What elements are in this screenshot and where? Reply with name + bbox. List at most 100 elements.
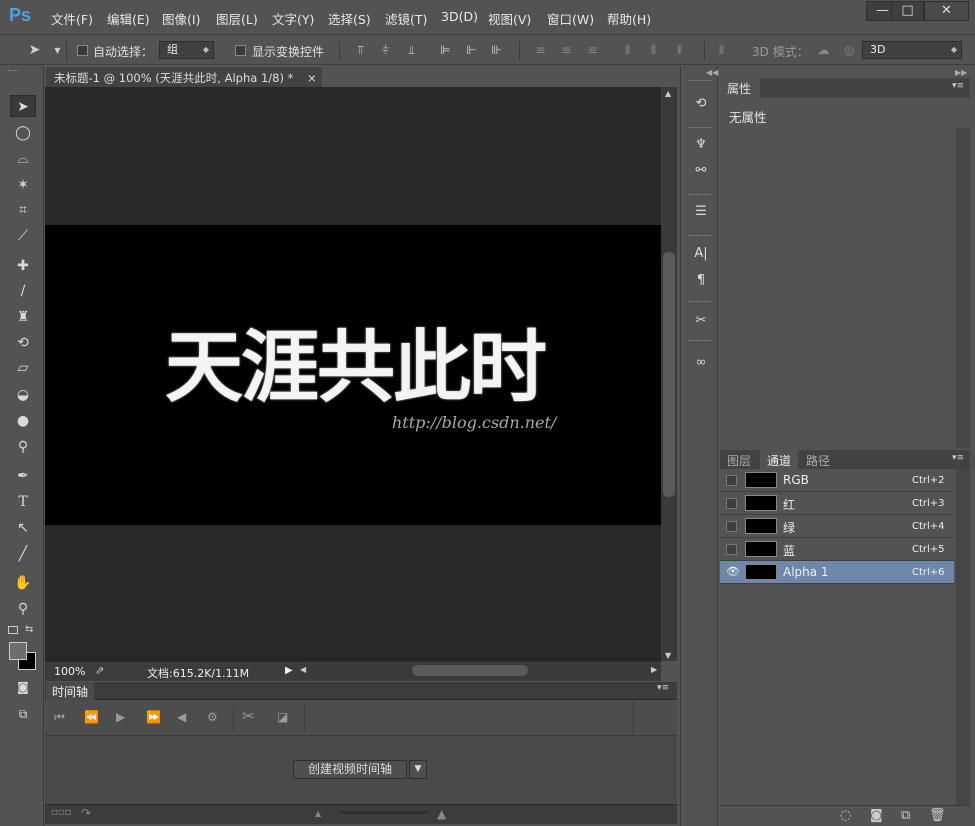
timeline-type-dropdown-icon[interactable]: ▼ (409, 760, 427, 779)
align-right-icon[interactable]: ⊪ (489, 43, 504, 58)
channel-list-scrollbar[interactable] (956, 469, 970, 805)
next-frame-icon[interactable]: ⏩ (146, 710, 161, 724)
rotate-3d-icon[interactable]: ☁ (816, 43, 831, 58)
dodge-tool-icon[interactable]: ⚲ (10, 436, 36, 458)
menu-edit[interactable]: 编辑(E) (107, 9, 150, 28)
properties-scrollbar[interactable] (956, 128, 970, 448)
path-selection-tool-icon[interactable]: ↖ (10, 517, 36, 539)
paragraph-panel-icon[interactable]: ¶ (690, 271, 712, 291)
menu-image[interactable]: 图像(I) (162, 9, 200, 28)
panel-menu-icon[interactable]: ▾≡ (657, 683, 669, 693)
collapse-icons-icon[interactable]: ◀◀ (706, 68, 718, 77)
tab-channels[interactable]: 通道 (760, 450, 799, 469)
menu-type[interactable]: 文字(Y) (272, 9, 314, 28)
zoom-level[interactable]: 100% (54, 665, 85, 678)
channel-row-alpha1[interactable]: 👁 Alpha 1 Ctrl+6 (720, 561, 954, 584)
eraser-tool-icon[interactable]: ▱ (10, 357, 36, 379)
frame-mode-icon[interactable]: ▫▫▫ (51, 807, 71, 818)
transition-icon[interactable]: ◪ (277, 710, 288, 724)
crop-tool-icon[interactable]: ⌗ (10, 199, 36, 221)
maximize-button[interactable]: □ (891, 1, 924, 21)
channel-row-red[interactable]: 红 Ctrl+3 (720, 492, 954, 515)
history-panel-icon[interactable]: ⟲ (690, 94, 712, 114)
horizontal-scroll-thumb[interactable] (412, 665, 528, 676)
first-frame-icon[interactable]: ⏮ (54, 710, 65, 725)
panel-grip[interactable] (689, 80, 711, 83)
paint-bucket-tool-icon[interactable]: ◒ (10, 384, 36, 406)
collapse-panels-icon[interactable]: ▶▶ (955, 68, 967, 77)
visibility-toggle[interactable] (726, 498, 737, 509)
distribute-vcenter-icon[interactable]: ≡ (559, 43, 574, 58)
scroll-right-icon[interactable]: ▶ (651, 665, 657, 674)
settings-gear-icon[interactable]: ⚙ (207, 710, 218, 724)
distribute-top-icon[interactable]: ≡ (533, 43, 548, 58)
hand-tool-icon[interactable]: ✋ (10, 572, 36, 594)
properties-tab[interactable]: 属性 (720, 78, 760, 98)
new-channel-icon[interactable]: ⧉ (901, 808, 910, 823)
align-hcenter-icon[interactable]: ⊩ (464, 43, 479, 58)
timeline-tab[interactable]: 时间轴 (46, 682, 95, 701)
close-button[interactable]: ✕ (924, 1, 969, 21)
menu-filter[interactable]: 滤镜(T) (385, 9, 427, 28)
history-brush-tool-icon[interactable]: ⟲ (10, 332, 36, 354)
align-bottom-icon[interactable]: ⫫ (404, 43, 419, 58)
roll-3d-icon[interactable]: ◎ (842, 43, 857, 58)
scroll-down-icon[interactable]: ▼ (665, 651, 671, 660)
split-scissors-icon[interactable]: ✂ (242, 707, 255, 725)
delete-channel-icon[interactable]: 🗑 (929, 808, 946, 823)
save-selection-icon[interactable]: ◙ (870, 808, 883, 823)
zoom-tool-icon[interactable]: ⚲ (10, 598, 36, 620)
audio-icon[interactable]: ◀ (177, 710, 186, 724)
visibility-toggle[interactable] (726, 475, 737, 486)
eyedropper-tool-icon[interactable]: ⟋ (10, 225, 36, 247)
type-tool-icon[interactable]: T (10, 491, 36, 513)
share-icon[interactable]: ⇗ (95, 664, 104, 677)
render-icon[interactable]: ↷ (81, 806, 91, 820)
move-tool-icon[interactable]: ➤ (27, 43, 42, 58)
move-tool-icon[interactable]: ➤ (10, 95, 36, 117)
visibility-toggle[interactable] (726, 521, 737, 532)
panel-grip[interactable] (689, 235, 711, 238)
menu-help[interactable]: 帮助(H) (607, 9, 651, 28)
tool-presets-icon[interactable]: ✂ (690, 311, 712, 331)
panel-menu-icon[interactable]: ▾≡ (952, 81, 964, 91)
close-tab-icon[interactable]: × (307, 71, 317, 85)
quick-mask-icon[interactable]: ◙ (10, 676, 36, 698)
line-tool-icon[interactable]: ╱ (10, 543, 36, 565)
panel-grip[interactable] (689, 301, 711, 304)
distribute-left-icon[interactable]: ⦀ (620, 43, 635, 58)
marquee-tool-icon[interactable]: ◯ (10, 122, 36, 144)
panel-grip[interactable] (689, 194, 711, 197)
menu-view[interactable]: 视图(V) (488, 9, 531, 28)
channel-row-green[interactable]: 绿 Ctrl+4 (720, 515, 954, 538)
brush-panel-icon[interactable]: ⚯ (690, 161, 712, 181)
mode3d-dropdown[interactable]: 3D ◆ (862, 41, 962, 59)
align-vcenter-icon[interactable]: ⫩ (378, 43, 393, 58)
distribute-right-icon[interactable]: ⦀ (672, 43, 687, 58)
creative-cloud-icon[interactable]: ∞ (690, 353, 712, 373)
screen-mode-icon[interactable]: ⧉ (10, 703, 36, 725)
tool-preset-arrow-icon[interactable]: ▼ (50, 43, 65, 58)
align-left-icon[interactable]: ⊫ (438, 43, 453, 58)
distribute-bottom-icon[interactable]: ≡ (585, 43, 600, 58)
clone-source-icon[interactable]: ☰ (690, 202, 712, 222)
pen-tool-icon[interactable]: ✒ (10, 465, 36, 487)
lasso-tool-icon[interactable]: ⌓ (10, 148, 36, 170)
menu-file[interactable]: 文件(F) (51, 9, 93, 28)
panel-menu-icon[interactable]: ▾≡ (952, 453, 964, 463)
menu-window[interactable]: 窗口(W) (547, 9, 594, 28)
brush-tool-icon[interactable]: ∕ (10, 280, 36, 302)
character-panel-icon[interactable]: A| (690, 244, 712, 264)
channel-row-rgb[interactable]: RGB Ctrl+2 (720, 469, 954, 492)
show-transform-checkbox[interactable] (235, 45, 246, 56)
menu-3d[interactable]: 3D(D) (441, 9, 478, 24)
panel-grip[interactable] (689, 127, 711, 130)
scroll-left-icon[interactable]: ◀ (300, 665, 306, 674)
eye-icon[interactable]: 👁 (726, 566, 740, 578)
tab-paths[interactable]: 路径 (799, 450, 837, 469)
play-icon[interactable]: ▶ (116, 710, 125, 724)
blur-tool-icon[interactable]: ● (10, 410, 36, 432)
healing-brush-tool-icon[interactable]: ✚ (10, 255, 36, 277)
channel-row-blue[interactable]: 蓝 Ctrl+5 (720, 538, 954, 561)
align-top-icon[interactable]: ⫪ (353, 43, 368, 58)
